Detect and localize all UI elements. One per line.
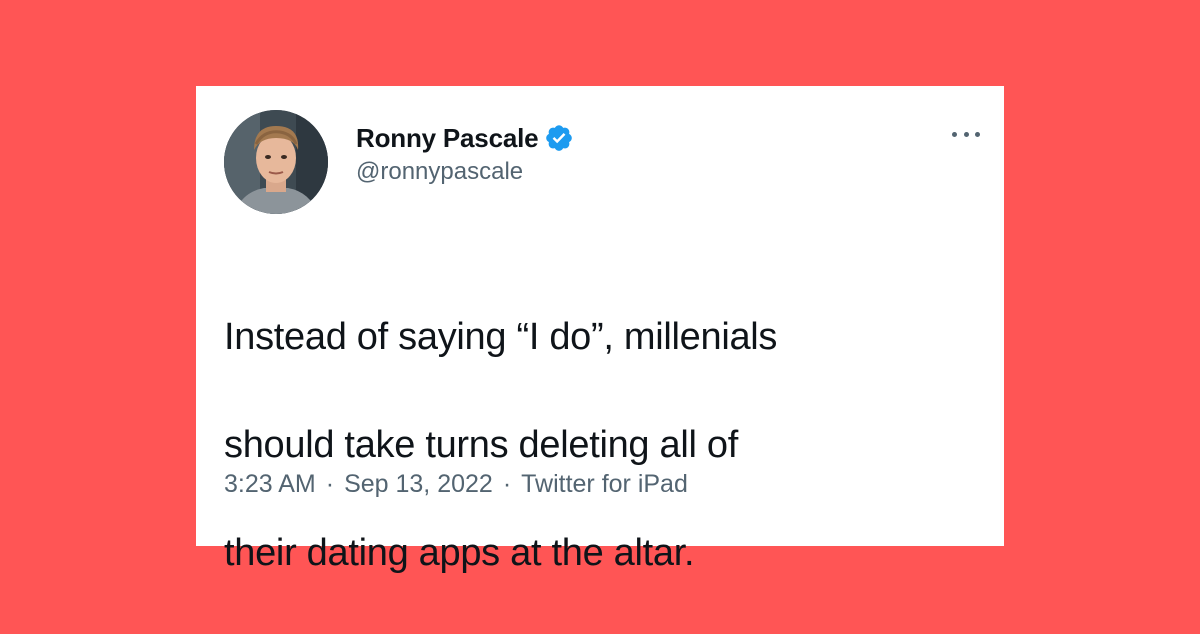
tweet-text-line: should take turns deleting all of xyxy=(224,424,738,466)
tweet-time[interactable]: 3:23 AM xyxy=(224,470,316,499)
more-options-button[interactable] xyxy=(946,120,986,148)
avatar-photo xyxy=(224,110,328,214)
tweet-meta: 3:23 AM · Sep 13, 2022 · Twitter for iPa… xyxy=(224,470,688,499)
meta-separator: · xyxy=(502,470,512,498)
avatar[interactable] xyxy=(224,110,328,214)
handle[interactable]: @ronnypascale xyxy=(356,158,574,186)
more-dot xyxy=(975,131,980,137)
author-block: Ronny Pascale @ronnypascale xyxy=(356,120,574,186)
tweet-source: Twitter for iPad xyxy=(521,470,688,498)
verified-badge-icon xyxy=(544,123,574,153)
more-horizontal-icon xyxy=(952,131,957,137)
more-dot xyxy=(963,131,969,137)
tweet-text-line: Instead of saying “I do”, millenials xyxy=(224,316,778,358)
name-row: Ronny Pascale xyxy=(356,120,574,156)
meta-separator: · xyxy=(325,470,335,498)
display-name[interactable]: Ronny Pascale xyxy=(356,123,539,154)
tweet-text-line: their dating apps at the altar. xyxy=(224,532,695,574)
tweet-card: Ronny Pascale @ronnypascale Instead of s… xyxy=(196,86,1004,574)
tweet-date[interactable]: Sep 13, 2022 xyxy=(344,470,493,499)
tweet-text: Instead of saying “I do”, millenials sho… xyxy=(224,256,984,634)
